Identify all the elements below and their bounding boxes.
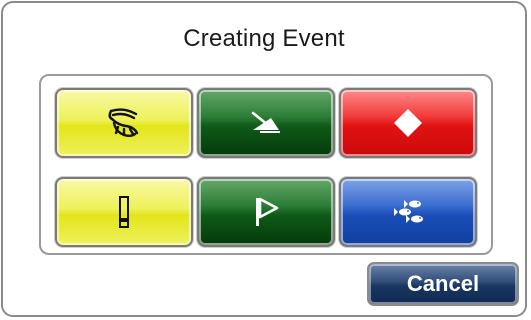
event-button-panel	[39, 74, 493, 255]
flag-icon	[253, 196, 279, 228]
fish-school-event-button[interactable]	[339, 177, 477, 247]
triangle-event-button[interactable]	[197, 88, 335, 158]
shrimp-icon	[104, 105, 144, 141]
diamond-icon	[392, 107, 424, 139]
cancel-button[interactable]: Cancel	[367, 262, 519, 306]
flag-event-button[interactable]	[197, 177, 335, 247]
creating-event-dialog: Creating Event Cancel	[1, 1, 527, 317]
diamond-event-button[interactable]	[339, 88, 477, 158]
exclamation-icon	[117, 196, 131, 228]
fish-school-icon	[389, 197, 427, 227]
exclamation-event-button[interactable]	[55, 177, 193, 247]
shrimp-event-button[interactable]	[55, 88, 193, 158]
dialog-title: Creating Event	[183, 25, 345, 52]
triangle-point-icon	[249, 110, 283, 136]
